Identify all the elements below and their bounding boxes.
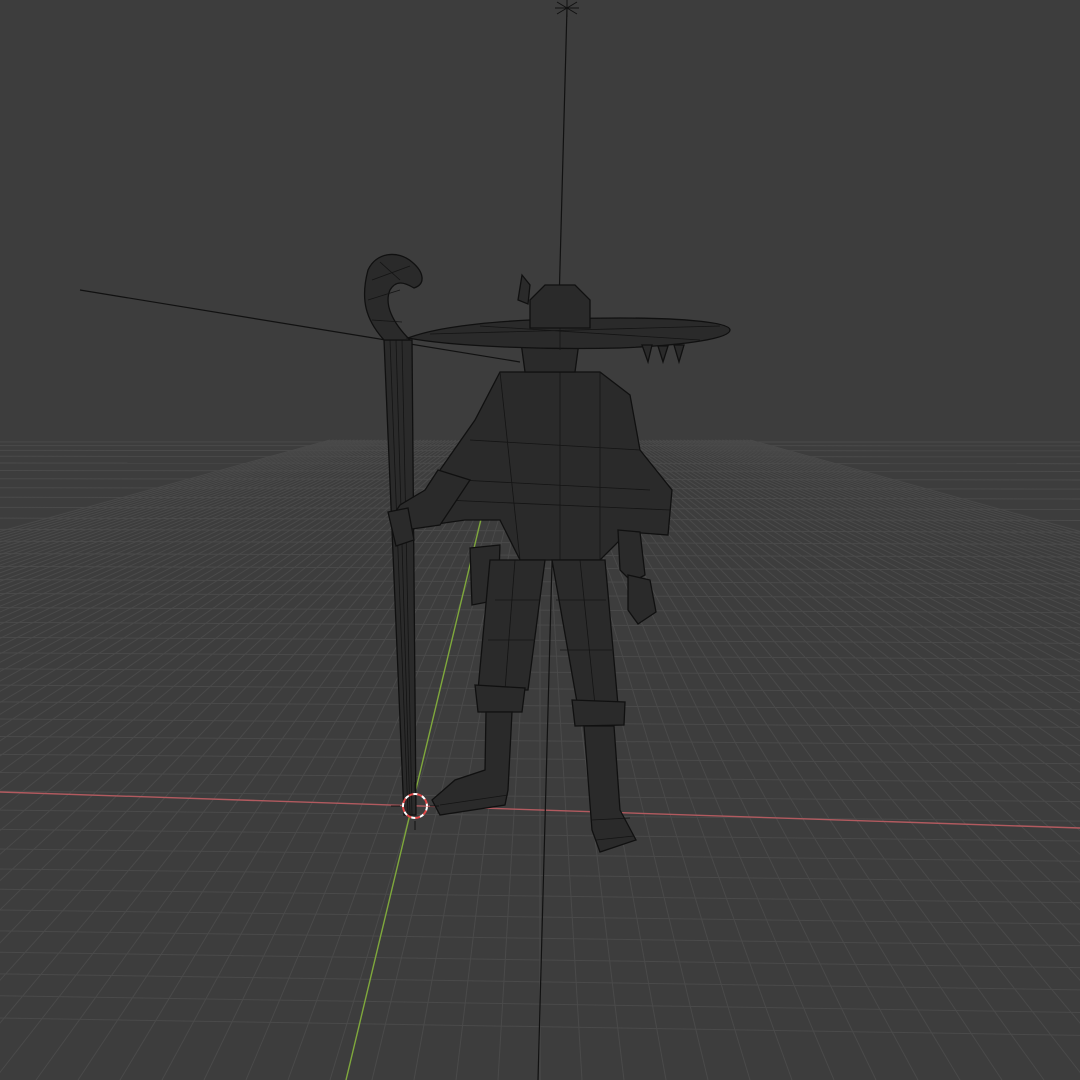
3d-viewport[interactable] xyxy=(0,0,1080,1080)
